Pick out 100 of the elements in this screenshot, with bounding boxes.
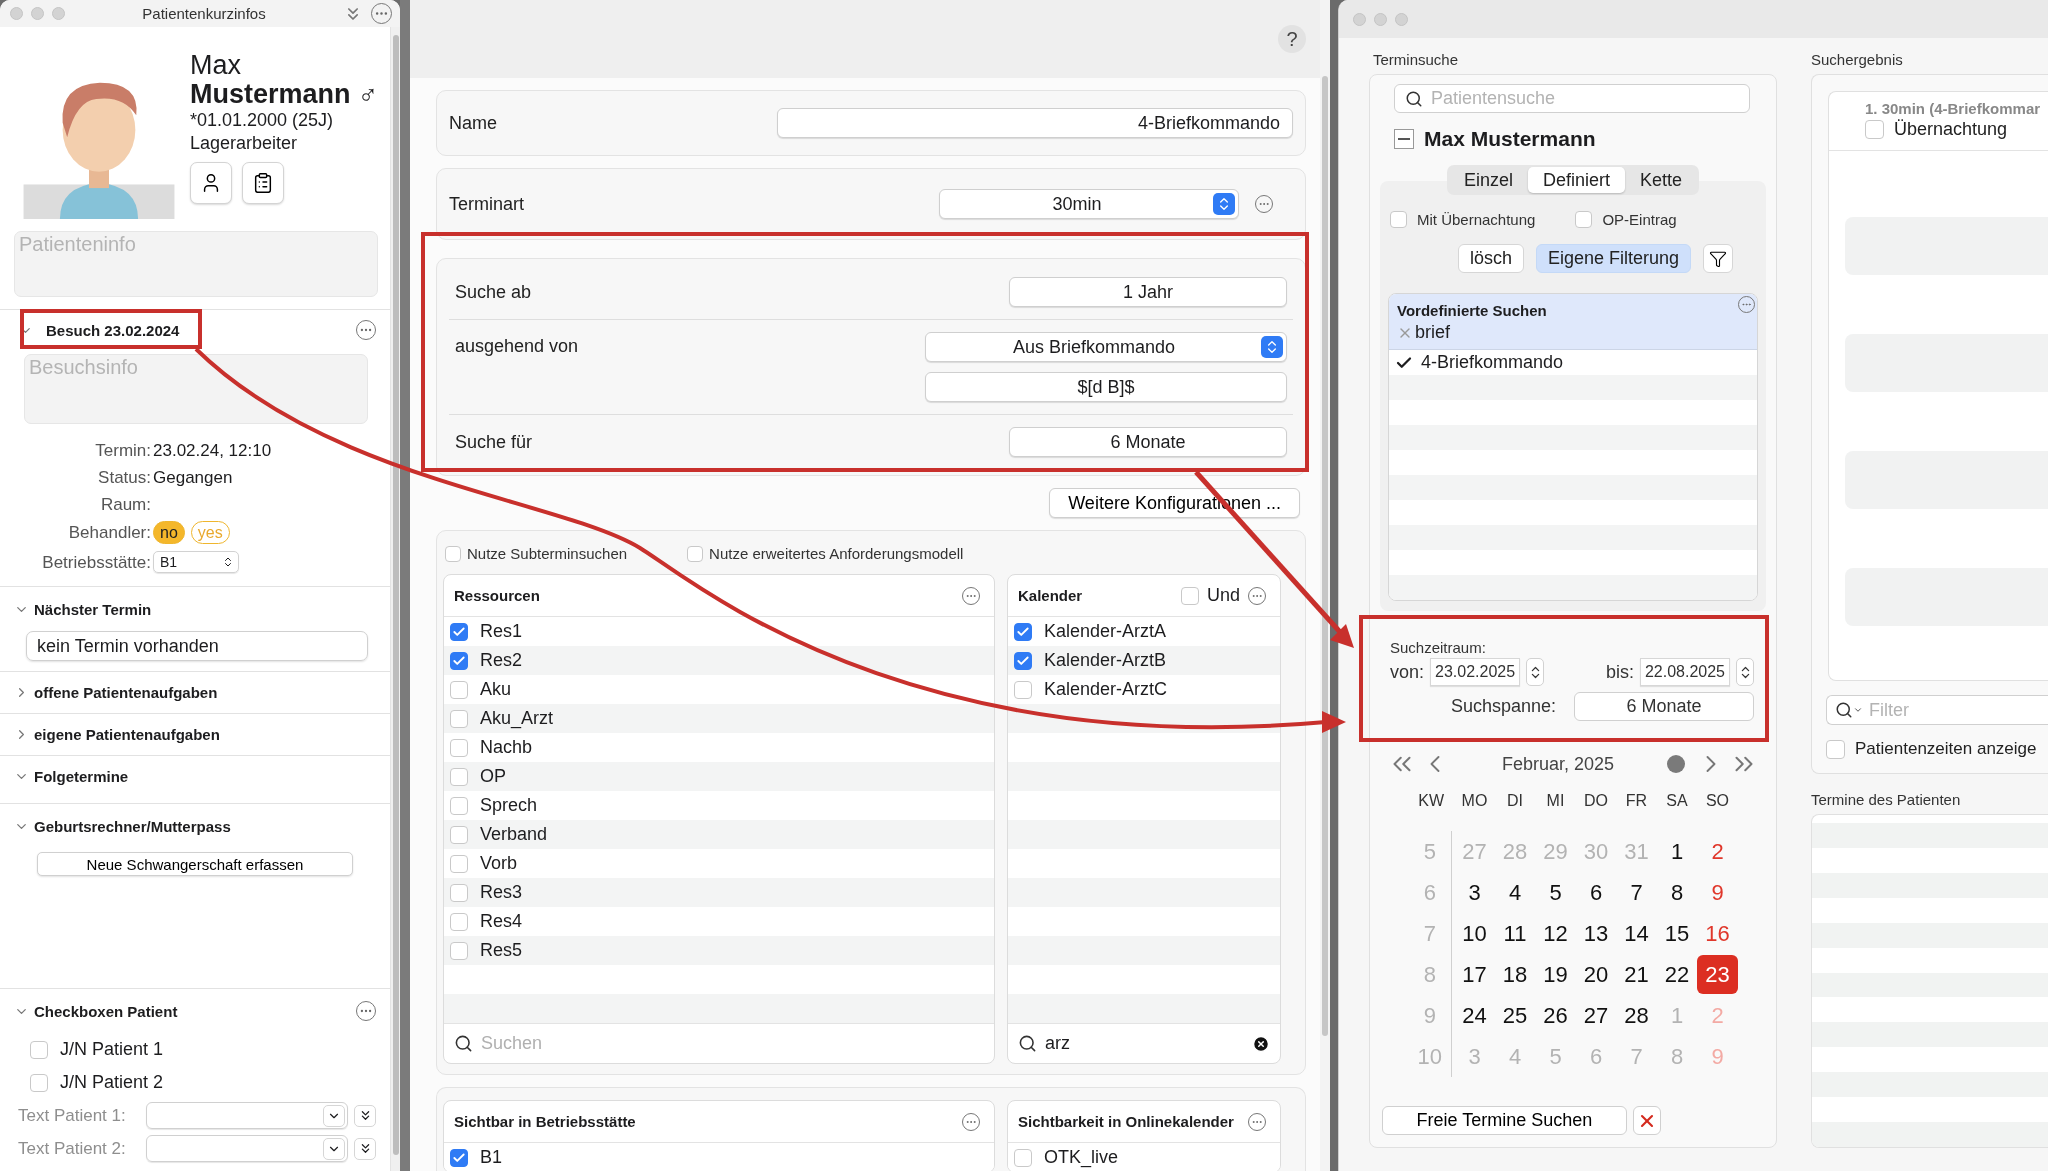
search-value-field[interactable]: 6 Monate xyxy=(1009,427,1287,457)
section-title[interactable]: offene Patientenaufgaben xyxy=(34,684,376,701)
checkbox[interactable] xyxy=(1575,211,1593,228)
scrollbar-thumb[interactable] xyxy=(392,35,399,1155)
checkbox[interactable] xyxy=(450,651,468,670)
tab[interactable]: Kette xyxy=(1625,167,1698,193)
checkbox[interactable] xyxy=(1014,1148,1032,1167)
scrollbar-thumb[interactable] xyxy=(1322,76,1328,1036)
checkbox[interactable] xyxy=(1390,211,1407,228)
checkbox[interactable] xyxy=(450,767,468,786)
filter-button[interactable]: Eigene Filterung xyxy=(1536,244,1692,273)
clipboard-button[interactable] xyxy=(242,162,284,204)
checkbox[interactable] xyxy=(1014,651,1032,670)
calendar-day[interactable]: 28 xyxy=(1616,996,1657,1035)
calendar-day[interactable]: 9 xyxy=(1697,873,1738,912)
calendar-day[interactable]: 15 xyxy=(1656,914,1698,953)
calendar-day[interactable]: 12 xyxy=(1535,914,1576,953)
calendar-day[interactable]: 8 xyxy=(1656,873,1698,912)
checkbox[interactable] xyxy=(30,1073,48,1092)
checkbox[interactable] xyxy=(450,680,468,699)
week-number: 9 xyxy=(1408,995,1453,1036)
calendar-day[interactable]: 5 xyxy=(1535,873,1576,912)
checkbox[interactable] xyxy=(450,1148,468,1167)
checkbox[interactable] xyxy=(450,883,468,902)
calendar-day[interactable]: 14 xyxy=(1616,914,1657,953)
checkbox[interactable] xyxy=(1826,739,1845,759)
list-search-field[interactable]: arz xyxy=(1008,1023,1280,1063)
checkbox[interactable] xyxy=(30,1040,48,1059)
tab[interactable]: Einzel xyxy=(1448,167,1528,193)
calendar-day[interactable]: 18 xyxy=(1494,955,1536,994)
filter-button[interactable]: lösch xyxy=(1458,244,1525,273)
section-title[interactable]: Checkboxen Patient xyxy=(34,1002,351,1020)
checkbox[interactable] xyxy=(1014,622,1032,641)
calendar-day[interactable]: 25 xyxy=(1494,996,1536,1035)
search-value-field[interactable]: $[d B]$ xyxy=(925,372,1287,402)
checkbox[interactable] xyxy=(450,941,468,960)
search-span-field[interactable]: 6 Monate xyxy=(1574,692,1754,721)
calendar-day[interactable]: 16 xyxy=(1697,914,1738,953)
calendar-day[interactable]: 17 xyxy=(1454,955,1495,994)
checkbox[interactable] xyxy=(1180,586,1199,605)
section-title[interactable]: Folgetermine xyxy=(34,768,376,785)
clear-icon[interactable] xyxy=(1252,1034,1270,1053)
dropdown-button[interactable] xyxy=(323,1104,345,1127)
checkbox[interactable] xyxy=(450,796,468,815)
search-value-field[interactable]: 1 Jahr xyxy=(1009,277,1287,307)
calendar-day[interactable]: 24 xyxy=(1454,996,1495,1035)
expand-button[interactable] xyxy=(354,1104,376,1127)
name-field[interactable]: 4-Briefkommando xyxy=(777,108,1293,138)
calendar-day[interactable]: 6 xyxy=(1575,873,1617,912)
stepper-button[interactable] xyxy=(1736,658,1754,686)
calendar-day[interactable]: 22 xyxy=(1656,955,1698,994)
calendar-day[interactable]: 4 xyxy=(1494,873,1536,912)
calendar-day[interactable]: 3 xyxy=(1454,873,1495,912)
calendar-day[interactable]: 7 xyxy=(1616,873,1657,912)
source-select[interactable]: Aus Briefkommando xyxy=(925,332,1287,362)
text-combo-field[interactable] xyxy=(146,1135,348,1162)
section-title[interactable]: Nächster Termin xyxy=(34,600,376,618)
checkbox[interactable] xyxy=(450,825,468,844)
calendar-day[interactable]: 1 xyxy=(1656,832,1698,871)
calendar-day[interactable]: 23 xyxy=(1697,955,1738,994)
date-field[interactable]: 23.02.2025 xyxy=(1430,658,1521,686)
checkbox[interactable] xyxy=(1014,680,1032,699)
filter-button[interactable] xyxy=(1703,244,1734,273)
checkbox[interactable] xyxy=(445,545,461,562)
cancel-button[interactable] xyxy=(1633,1106,1661,1135)
calendar-day[interactable]: 26 xyxy=(1535,996,1576,1035)
checkbox[interactable] xyxy=(450,622,468,641)
calendar-day[interactable]: 19 xyxy=(1535,955,1576,994)
calendar-day[interactable]: 21 xyxy=(1616,955,1657,994)
tab[interactable]: Definiert xyxy=(1528,167,1625,193)
help-button[interactable]: ? xyxy=(1278,25,1306,53)
stepper-button[interactable] xyxy=(1526,658,1545,686)
choice-pill[interactable]: no xyxy=(153,521,185,544)
calendar-day[interactable]: 11 xyxy=(1494,914,1536,953)
text-combo-field[interactable] xyxy=(146,1102,348,1129)
section-title[interactable]: Geburtsrechner/Mutterpass xyxy=(34,817,376,835)
dropdown-button[interactable] xyxy=(323,1137,345,1160)
date-field[interactable]: 22.08.2025 xyxy=(1639,658,1730,686)
expand-button[interactable] xyxy=(354,1137,376,1160)
collapse-button[interactable] xyxy=(1394,128,1414,149)
new-pregnancy-button[interactable]: Neue Schwangerschaft erfassen xyxy=(37,852,353,876)
find-free-slots-button[interactable]: Freie Termine Suchen xyxy=(1382,1106,1627,1135)
today-icon[interactable] xyxy=(1667,755,1685,773)
section-title[interactable]: eigene Patientenaufgaben xyxy=(34,726,376,743)
checkbox[interactable] xyxy=(450,854,468,873)
calendar-day[interactable]: 10 xyxy=(1454,914,1495,953)
calendar-day[interactable]: 20 xyxy=(1575,955,1617,994)
checkbox[interactable] xyxy=(450,709,468,728)
checkbox[interactable] xyxy=(687,545,704,562)
checkbox[interactable] xyxy=(450,912,468,931)
list-item-label: Kalender-ArztA xyxy=(1044,621,1167,642)
section-title[interactable]: Besuch 23.02.2024 xyxy=(38,321,351,339)
checkbox[interactable] xyxy=(450,738,468,757)
calendar-day[interactable]: 13 xyxy=(1575,914,1617,953)
appointment-type-select[interactable]: 30min xyxy=(939,189,1239,219)
checkbox[interactable] xyxy=(1865,120,1884,139)
person-button[interactable] xyxy=(190,162,232,204)
calendar-day[interactable]: 2 xyxy=(1697,832,1738,871)
site-select[interactable]: B1 xyxy=(153,551,239,573)
calendar-day[interactable]: 27 xyxy=(1575,996,1617,1035)
